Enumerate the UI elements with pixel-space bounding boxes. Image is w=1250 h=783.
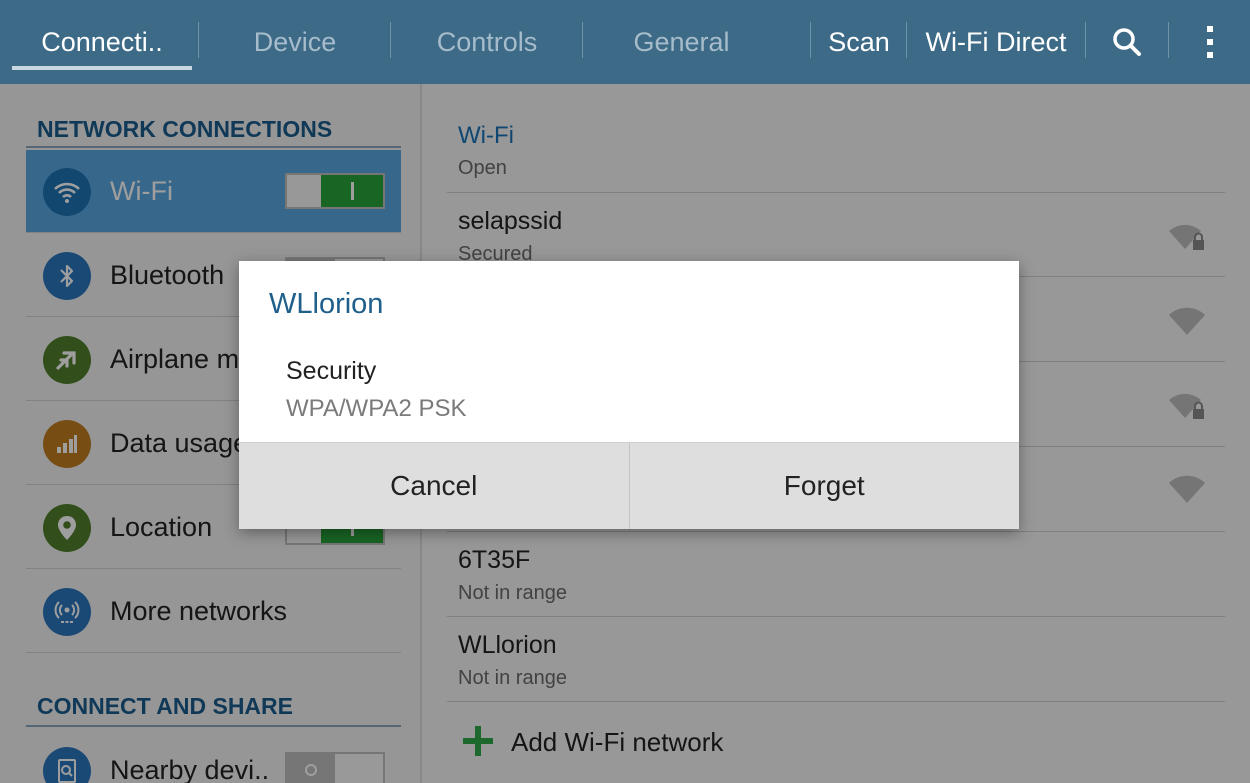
tab-separator — [198, 22, 199, 58]
tab-controls[interactable]: Controls — [397, 0, 577, 84]
wifi-direct-button[interactable]: Wi-Fi Direct — [912, 0, 1080, 84]
wifi-direct-label: Wi-Fi Direct — [925, 26, 1067, 57]
active-tab-indicator — [12, 66, 192, 70]
tab-device[interactable]: Device — [205, 0, 385, 84]
security-label: Security — [286, 357, 377, 385]
network-details-dialog: WLlorion Security WPA/WPA2 PSK Cancel Fo… — [239, 261, 1019, 529]
action-bar: Connecti.. Device Controls General Scan … — [0, 0, 1250, 84]
security-value: WPA/WPA2 PSK — [286, 395, 467, 422]
overflow-menu-icon — [1207, 26, 1213, 58]
forget-button[interactable]: Forget — [628, 443, 1020, 529]
dialog-button-bar: Cancel Forget — [239, 442, 1019, 529]
tab-connections[interactable]: Connecti.. — [12, 0, 192, 84]
tab-separator — [390, 22, 391, 58]
action-separator — [810, 22, 811, 58]
search-button[interactable] — [1092, 0, 1162, 84]
tab-general-label: General — [633, 26, 730, 57]
search-icon — [1113, 28, 1141, 56]
cancel-button[interactable]: Cancel — [239, 443, 629, 529]
action-separator — [1168, 22, 1169, 58]
cancel-label: Cancel — [390, 470, 478, 501]
scan-label: Scan — [828, 26, 890, 57]
action-separator — [906, 22, 907, 58]
overflow-menu-button[interactable] — [1180, 0, 1240, 84]
scan-button[interactable]: Scan — [815, 0, 903, 84]
tab-general[interactable]: General — [589, 0, 774, 84]
tab-device-label: Device — [253, 26, 337, 57]
action-separator — [1085, 22, 1086, 58]
forget-label: Forget — [783, 470, 865, 501]
tab-separator — [582, 22, 583, 58]
tab-controls-label: Controls — [436, 26, 538, 57]
dialog-title: WLlorion — [269, 288, 384, 320]
tab-connections-label: Connecti.. — [41, 26, 163, 57]
